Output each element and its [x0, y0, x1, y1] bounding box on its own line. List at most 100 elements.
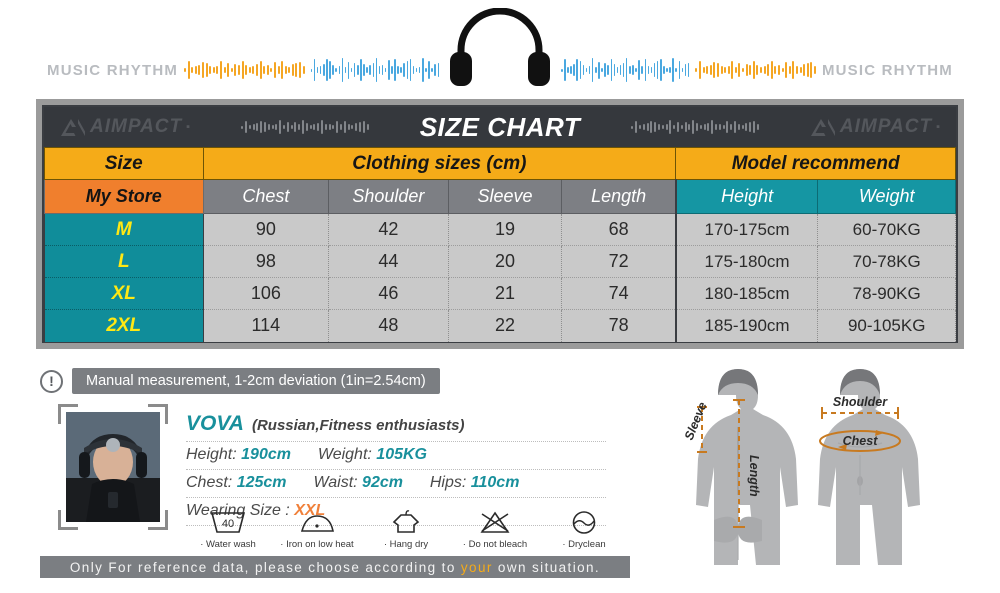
- column-header-sleeve: Sleeve: [447, 179, 563, 214]
- footer-text: Only For reference data, please choose a…: [69, 559, 601, 575]
- size-chart-page: MUSIC RHYTHM MUSIC RHYTHM AIMPACT ▪ SIZE…: [0, 0, 1000, 593]
- cell-size: L: [44, 245, 204, 278]
- waveform-orange-left-icon: [184, 57, 305, 83]
- care-item-no-bleach: · Do not bleach: [453, 508, 537, 550]
- chest-label: Chest:: [186, 474, 233, 491]
- cell-chest: 114: [203, 309, 330, 342]
- chest-value: 125cm: [236, 474, 287, 491]
- model-chest-waist-hips-line: Chest: 125cm Waist: 92cm Hips: 110cm: [186, 470, 606, 498]
- dryclean-icon: [572, 511, 596, 534]
- brand-dot-right: ▪: [936, 121, 940, 133]
- waveform-blue-right-icon: [561, 57, 690, 83]
- table-row: 2XL 114 48 22 78 185-190cm 90-105KG: [44, 309, 956, 342]
- group-header-size: Size: [44, 147, 204, 180]
- height-label: Height:: [186, 446, 237, 463]
- weight-label: Weight:: [317, 446, 372, 463]
- size-chart-panel: AIMPACT ▪ SIZE CHART AIMPACT ▪ Size Clot…: [36, 99, 964, 349]
- waveform-orange-right-icon: [695, 57, 816, 83]
- care-instructions: 40 · Water wash · Iron on low heat · Han…: [186, 508, 626, 550]
- cell-chest: 98: [203, 245, 330, 278]
- care-label: · Hang dry: [383, 539, 429, 550]
- column-header-my-store: My Store: [44, 179, 204, 214]
- size-chart-inner: AIMPACT ▪ SIZE CHART AIMPACT ▪ Size Clot…: [42, 105, 958, 343]
- label-shoulder: Shoulder: [833, 395, 888, 409]
- model-name: VOVA: [186, 412, 244, 435]
- music-rhythm-left-label: MUSIC RHYTHM: [47, 61, 179, 79]
- music-rhythm-right-label: MUSIC RHYTHM: [821, 61, 953, 79]
- brand-dot-left: ▪: [186, 121, 191, 133]
- group-header-model: Model recommend: [675, 147, 956, 180]
- table-group-header-row: Size Clothing sizes (cm) Model recommend: [44, 147, 956, 180]
- title-waveform-right-icon: [631, 119, 759, 135]
- cell-shoulder: 44: [328, 245, 449, 278]
- care-label: · Water wash: [200, 539, 256, 550]
- cell-shoulder: 42: [328, 213, 449, 246]
- waveform-blue-left-icon: [310, 57, 439, 83]
- label-chest: Chest: [843, 434, 879, 448]
- exclamation-icon: !: [40, 369, 63, 393]
- hang-dry-icon: [392, 510, 420, 533]
- model-name-line: VOVA (Russian,Fitness enthusiasts): [186, 406, 606, 442]
- size-table: Size Clothing sizes (cm) Model recommend…: [44, 147, 956, 342]
- model-description: (Russian,Fitness enthusiasts): [251, 417, 465, 434]
- cell-length: 78: [561, 309, 677, 342]
- waist-label: Waist:: [313, 474, 358, 491]
- cell-sleeve: 20: [448, 245, 563, 278]
- table-row: M 90 42 19 68 170-175cm 60-70KG: [44, 213, 956, 246]
- cell-shoulder: 46: [328, 277, 449, 310]
- care-item-hang-dry: · Hang dry: [364, 508, 448, 550]
- height-value: 190cm: [241, 446, 291, 463]
- cell-sleeve: 22: [448, 309, 563, 342]
- manual-measurement-text: Manual measurement, 1-2cm deviation (1in…: [72, 368, 440, 394]
- page-title: SIZE CHART: [419, 111, 581, 142]
- chart-title-bar: AIMPACT ▪ SIZE CHART AIMPACT ▪: [44, 107, 956, 147]
- aimpact-logo-icon: [61, 118, 85, 136]
- iron-low-icon: [300, 515, 334, 532]
- cell-shoulder: 48: [328, 309, 449, 342]
- cell-height: 185-190cm: [674, 309, 819, 342]
- top-banner: MUSIC RHYTHM MUSIC RHYTHM: [0, 0, 1000, 92]
- cell-weight: 70-78KG: [817, 245, 956, 278]
- cell-sleeve: 19: [448, 213, 563, 246]
- cell-weight: 90-105KG: [817, 309, 956, 342]
- column-header-length: Length: [561, 179, 677, 214]
- cell-chest: 90: [203, 213, 330, 246]
- hips-label: Hips:: [429, 474, 467, 491]
- cell-length: 74: [561, 277, 677, 310]
- care-item-iron: · Iron on low heat: [275, 508, 359, 550]
- hips-value: 110cm: [470, 474, 520, 491]
- title-waveform-left-icon: [241, 119, 369, 135]
- model-height-weight-line: Height: 190cm Weight: 105KG: [186, 442, 606, 470]
- cell-height: 170-175cm: [674, 213, 819, 246]
- brand-name-left: AIMPACT: [90, 116, 183, 137]
- cell-weight: 78-90KG: [817, 277, 956, 310]
- footer-disclaimer: Only For reference data, please choose a…: [40, 556, 630, 578]
- cell-sleeve: 21: [448, 277, 563, 310]
- cell-size: XL: [44, 277, 204, 310]
- care-item-dryclean: · Dryclean: [542, 508, 626, 550]
- model-photo: [66, 412, 160, 522]
- back-view-figure: Sleeve Length: [682, 369, 798, 565]
- water-wash-icon: 40: [210, 512, 246, 533]
- bottom-section: ! Manual measurement, 1-2cm deviation (1…: [36, 355, 964, 586]
- care-label: · Dryclean: [562, 539, 606, 550]
- weight-value: 105KG: [376, 446, 427, 463]
- cell-length: 72: [561, 245, 677, 278]
- bottom-left-info: ! Manual measurement, 1-2cm deviation (1…: [36, 358, 666, 586]
- model-photo-frame: [58, 404, 168, 530]
- column-header-weight: Weight: [817, 179, 956, 214]
- body-measurement-diagrams: Sleeve Length Shoulder Chest: [672, 355, 964, 586]
- table-row: XL 106 46 21 74 180-185cm 78-90KG: [44, 277, 956, 310]
- cell-size: 2XL: [44, 309, 204, 342]
- care-label: · Do not bleach: [462, 539, 528, 550]
- care-item-water-wash: 40 · Water wash: [186, 508, 270, 550]
- group-header-clothing: Clothing sizes (cm): [202, 147, 677, 180]
- cell-weight: 60-70KG: [817, 213, 956, 246]
- svg-text:40: 40: [222, 518, 234, 530]
- no-bleach-icon: [480, 511, 510, 533]
- front-view-figure: Shoulder Chest: [818, 369, 920, 565]
- cell-chest: 106: [203, 277, 330, 310]
- column-header-height: Height: [674, 179, 819, 214]
- manual-measurement-note: ! Manual measurement, 1-2cm deviation (1…: [40, 368, 440, 394]
- table-row: L 98 44 20 72 175-180cm 70-78KG: [44, 245, 956, 278]
